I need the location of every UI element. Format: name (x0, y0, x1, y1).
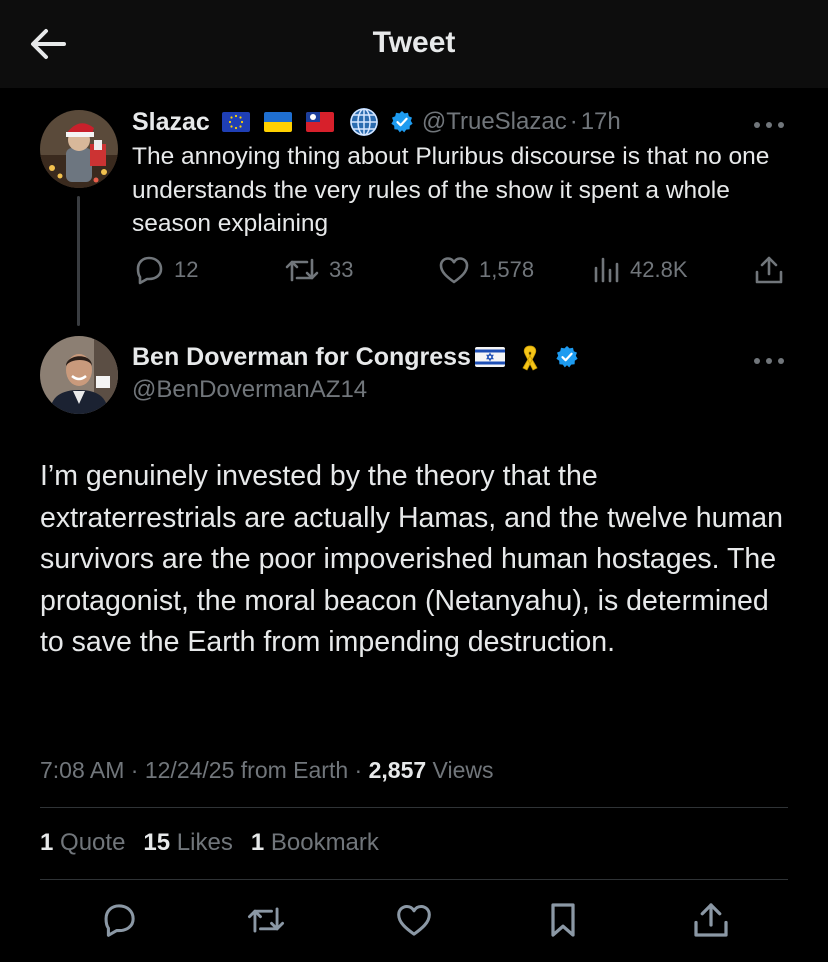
views-count: 42.8K (630, 257, 688, 282)
main-tweet-text: I’m genuinely invested by the theory tha… (40, 460, 783, 659)
likes-label: Likes (176, 829, 233, 856)
retweet-icon (285, 258, 319, 282)
parent-separator: · (569, 108, 578, 135)
main-avatar[interactable] (40, 336, 118, 414)
israel-flag-icon (474, 347, 505, 367)
heart-icon[interactable] (394, 900, 434, 940)
tweet-source: from Earth (240, 757, 349, 783)
likes-count: 15 (143, 829, 171, 856)
share-icon (755, 256, 783, 284)
parent-avatar[interactable] (40, 110, 118, 188)
parent-author-row: Slazac @TrueSlazac · 17h (132, 106, 621, 138)
reply-icon[interactable] (99, 900, 139, 940)
share-action[interactable] (753, 254, 793, 286)
likes-stat[interactable]: 15 Likes (143, 829, 232, 857)
reply-count: 12 (174, 257, 199, 282)
verified-badge-icon (555, 345, 579, 369)
meta-separator: · (130, 757, 139, 783)
thread-line (77, 196, 80, 326)
eu-flag-icon (221, 112, 250, 132)
parent-more-icon[interactable] (752, 117, 786, 128)
taiwan-flag-icon (305, 112, 334, 132)
parent-handle[interactable]: @TrueSlazac (422, 108, 567, 136)
analytics-icon (594, 257, 619, 283)
reply-icon (136, 256, 163, 285)
retweet-icon[interactable] (245, 900, 285, 940)
verified-badge-icon (390, 110, 414, 134)
heart-icon (439, 257, 469, 284)
globe-icon (348, 106, 380, 138)
share-icon[interactable] (691, 900, 731, 940)
top-bar: Tweet (0, 0, 828, 88)
main-handle[interactable]: @BenDovermanAZ14 (132, 376, 367, 404)
tweet-date: 12/24/25 (144, 757, 235, 783)
divider (40, 879, 788, 880)
reply-action[interactable]: 12 (132, 254, 198, 286)
bookmarks-label: Bookmark (270, 829, 379, 856)
quotes-label: Quote (60, 829, 126, 856)
bookmark-icon[interactable] (543, 900, 583, 940)
views-label: Views (432, 757, 494, 783)
bookmarks-stat[interactable]: 1 Bookmark (251, 829, 379, 857)
parent-display-name[interactable]: Slazac (132, 108, 210, 137)
engagement-stats: 1 Quote 15 Likes 1 Bookmark (40, 829, 397, 857)
quotes-stat[interactable]: 1 Quote (40, 829, 125, 857)
yellow-ribbon-icon (517, 342, 543, 372)
meta-separator: · (354, 757, 363, 783)
retweet-count: 33 (329, 257, 354, 282)
views-action[interactable]: 42.8K (590, 254, 688, 286)
main-author-row: Ben Doverman for Congress (132, 342, 579, 372)
tweet-time: 7:08 AM (40, 757, 125, 783)
main-more-icon[interactable] (752, 353, 786, 364)
tweet-meta: 7:08 AM · 12/24/25 from Earth · 2,857 Vi… (40, 757, 493, 784)
quotes-count: 1 (40, 829, 54, 856)
parent-tweet-text: The annoying thing about Pluribus discou… (132, 143, 770, 237)
like-action[interactable]: 1,578 (437, 254, 534, 286)
like-count: 1,578 (479, 257, 535, 282)
bookmarks-count: 1 (250, 829, 265, 856)
retweet-action[interactable]: 33 (283, 254, 353, 286)
divider (40, 807, 788, 808)
main-display-name[interactable]: Ben Doverman for Congress (132, 343, 471, 372)
page-title: Tweet (372, 26, 456, 59)
parent-time[interactable]: 17h (581, 108, 621, 136)
ukraine-flag-icon (263, 112, 292, 132)
views-total: 2,857 (368, 757, 427, 783)
